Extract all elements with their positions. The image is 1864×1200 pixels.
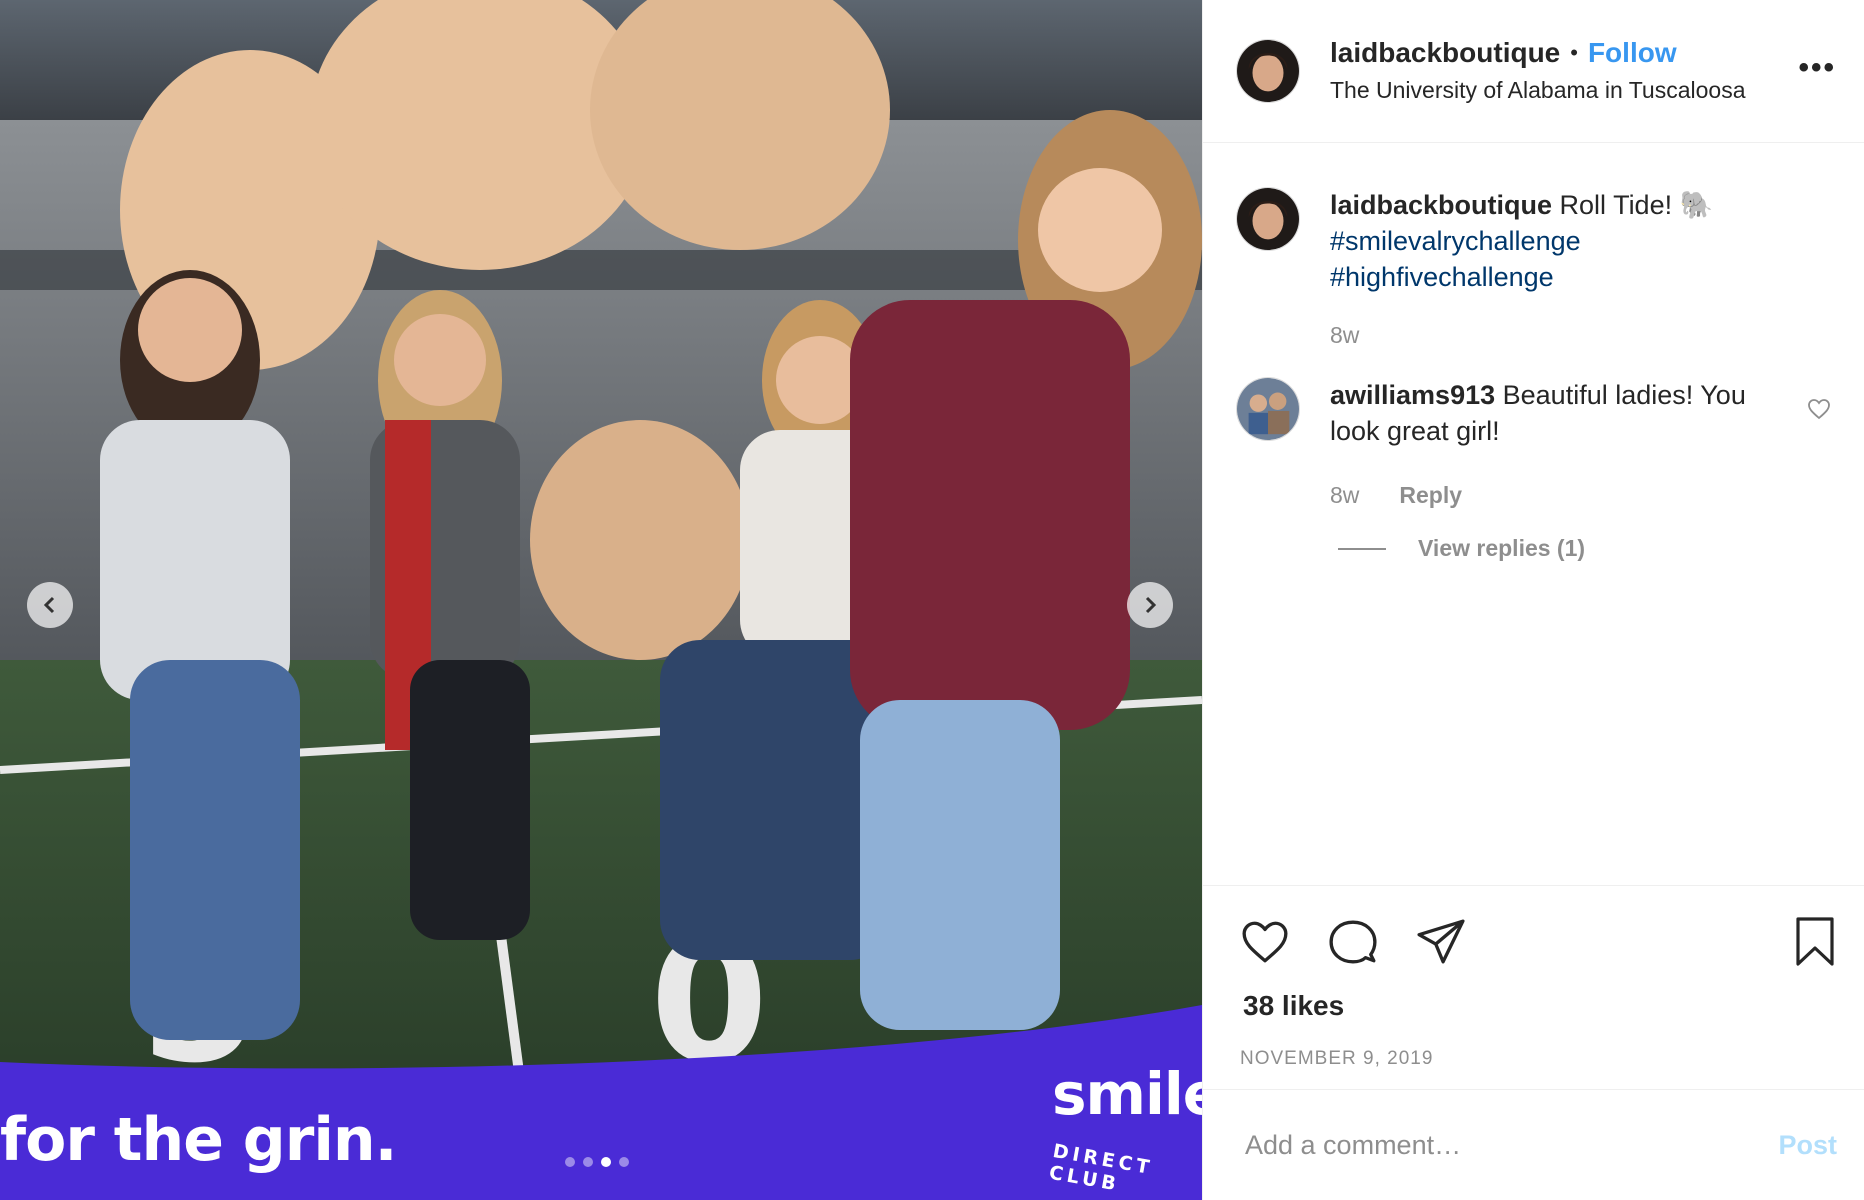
comment-input[interactable] [1243,1128,1779,1162]
banner-slogan: for the grin. [0,1105,397,1175]
commenter-username[interactable]: awilliams913 [1330,380,1495,410]
carousel-next-button[interactable] [1127,582,1173,628]
replies-divider [1338,547,1386,550]
post-comment-button[interactable]: Post [1778,1130,1837,1161]
bookmark-icon [1796,917,1834,966]
hashtag-link[interactable]: #highfivechallenge [1330,259,1770,295]
caption-meta: 8w [1330,317,1770,353]
comment-button[interactable] [1328,917,1378,967]
author-username[interactable]: laidbackboutique [1330,37,1560,69]
add-comment-bar: Post [1203,1089,1864,1200]
caption-time: 8w [1330,322,1360,348]
caption-username[interactable]: laidbackboutique [1330,190,1552,220]
hashtag-link[interactable]: #smilevalrychallenge [1330,223,1770,259]
carousel-prev-button[interactable] [27,582,73,628]
post-date: NOVEMBER 9, 2019 [1240,1048,1434,1069]
action-bar [1203,886,1864,968]
comments-list: laidbackboutique Roll Tide! 🐘 #smilevalr… [1203,187,1864,927]
like-button[interactable] [1240,917,1290,967]
post-photo: 5 0 [0,0,1202,1200]
carousel-indicator [565,1157,629,1167]
likes-count[interactable]: 38 likes [1203,968,1864,1022]
view-replies-label: View replies (1) [1418,535,1586,561]
author-avatar[interactable] [1236,39,1300,103]
post-media[interactable]: 5 0 [0,0,1202,1200]
brand-logo-word: smile [1052,1060,1202,1128]
instagram-post: 5 0 [0,0,1864,1200]
paper-plane-icon [1417,919,1465,964]
comment-bubble-icon [1329,920,1377,964]
reply-button[interactable]: Reply [1399,477,1462,513]
view-replies-button[interactable]: View replies (1) [1338,535,1831,562]
post-location[interactable]: The University of Alabama in Tuscaloosa [1330,77,1745,104]
comment-meta: 8w Reply [1330,477,1770,513]
carousel-dot-active [601,1157,611,1167]
header-separator: • [1570,39,1578,65]
post-actions-section: 38 likes NOVEMBER 9, 2019 [1203,885,1864,1070]
comment-time: 8w [1330,482,1360,508]
carousel-dot [619,1157,629,1167]
caption-body: laidbackboutique Roll Tide! 🐘 #smilevalr… [1330,187,1770,353]
carousel-dot [565,1157,575,1167]
header-title-row: laidbackboutique • Follow [1330,37,1745,69]
comment-like-icon[interactable] [1807,397,1831,421]
caption-avatar[interactable] [1236,187,1300,251]
commenter-avatar[interactable] [1236,377,1300,441]
save-button[interactable] [1793,916,1837,968]
more-options-icon[interactable]: ••• [1798,53,1836,83]
post-side-panel: laidbackboutique • Follow The University… [1202,0,1864,1200]
caption: laidbackboutique Roll Tide! 🐘 #smilevalr… [1236,187,1831,353]
chevron-right-icon [1145,596,1157,614]
header-text: laidbackboutique • Follow The University… [1330,37,1745,104]
chevron-left-icon [43,596,55,614]
heart-icon [1242,921,1288,963]
follow-button[interactable]: Follow [1588,37,1677,69]
comment-item: awilliams913 Beautiful ladies! You look … [1236,377,1831,513]
comment-body: awilliams913 Beautiful ladies! You look … [1330,377,1770,513]
caption-text: Roll Tide! 🐘 [1559,190,1714,220]
carousel-dot [583,1157,593,1167]
post-header: laidbackboutique • Follow The University… [1203,0,1864,143]
share-button[interactable] [1416,917,1466,967]
